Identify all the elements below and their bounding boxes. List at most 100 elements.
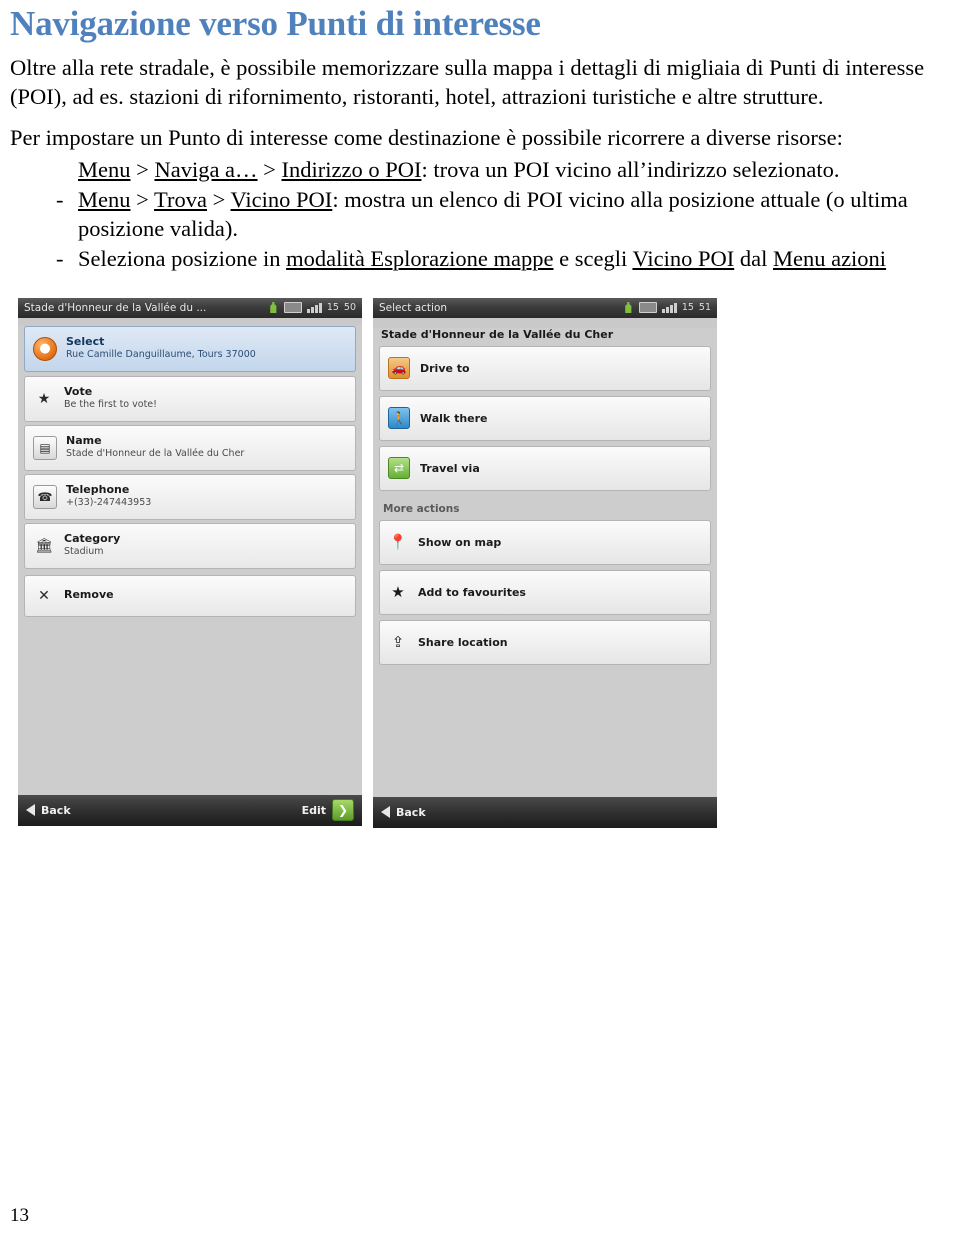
signal-icon [306,302,322,313]
back-button[interactable]: Back [381,806,426,819]
ui-path-token: Vicino POI [230,186,333,212]
list-item-title: Vote [64,385,93,399]
list-item-title: Name [66,434,102,448]
remove-button[interactable]: ✕ Remove [24,574,356,617]
select-header-title: Select [66,335,105,349]
ui-path-token: Menu [78,186,131,212]
back-arrow-icon [26,804,35,816]
action-travel-via[interactable]: ⇄ Travel via [379,445,711,491]
star-icon: ★ [37,390,51,407]
list-item-text: Telephone +(33)-247443953 [66,483,152,509]
right-status-minutes: 51 [698,302,711,313]
list-item-text: Vote Be the first to vote! [64,385,157,411]
back-button[interactable]: Back [26,804,71,817]
action-drive-to[interactable]: 🚗 Drive to [379,345,711,391]
poi-marker-icon: ● [33,336,57,361]
bullet-dash: - [56,246,64,272]
screenshots-figure: Stade d'Honneur de la Vallée du ... 15 5… [10,297,950,838]
action-add-to-favourites[interactable]: ★ Add to favourites [379,569,711,615]
list-item-subtitle: Stade d'Honneur de la Vallée du Cher [66,448,245,460]
usb-icon [625,302,632,313]
more-actions-label: More actions [383,502,460,515]
document-page: Navigazione verso Punti di interesse Olt… [0,0,960,1237]
lead-paragraph: Per impostare un Punto di interesse come… [10,125,843,151]
ui-path-token: Indirizzo o POI [281,156,422,182]
category-icon: 🏛 [35,537,53,554]
action-label: Drive to [420,361,470,375]
battery-icon [283,302,302,313]
car-icon: 🚗 [388,357,410,379]
right-screen: Stade d'Honneur de la Vallée du Cher 🚗 D… [373,327,717,828]
chevron-right-icon: ❯ [332,799,354,821]
edit-button[interactable]: Edit ❯ [302,799,354,821]
action-walk-there[interactable]: 🚶 Walk there [379,395,711,441]
battery-icon [638,302,657,313]
list-item[interactable]: ★ Vote Be the first to vote! [24,375,356,422]
left-titlebar-title: Stade d'Honneur de la Vallée du ... [24,301,207,314]
intro-paragraph: Oltre alla rete stradale, è possibile me… [10,54,925,109]
right-status-icons: 15 51 [623,302,711,313]
bullet-text: > [257,156,282,182]
pedestrian-icon: 🚶 [388,407,410,429]
action-show-on-map[interactable]: 📍 Show on map [379,519,711,565]
bullet-text: > [130,186,155,212]
device-screenshot-right: Select action 15 51 Stade d'Honneur de l… [373,297,717,828]
usb-icon [270,302,277,313]
bullet-text: > [206,186,231,212]
remove-text: Remove [64,588,114,602]
list-item: - Seleziona posizione in modalità Esplora… [10,244,950,273]
action-label: Share location [418,635,508,649]
bullet-text: e scegli [553,246,633,272]
ui-path-token: modalità Esplorazione mappe [286,246,554,272]
right-status-time: 15 [681,302,694,313]
left-screen: ● Select Rue Camille Danguillaume, Tours… [18,325,362,826]
back-label: Back [396,805,426,819]
list-item-text: Category Stadium [64,532,121,558]
page-title: Navigazione verso Punti di interesse [10,4,541,43]
page-number: 13 [10,1205,29,1226]
map-pin-icon: 📍 [388,533,408,551]
left-status-icons: 15 50 [268,302,356,313]
list-item-title: Category [64,532,121,546]
back-arrow-icon [381,806,390,818]
name-tag-icon: ▤ [33,435,57,460]
edit-label: Edit [301,803,326,817]
left-status-minutes: 50 [343,302,356,313]
select-header-text: Select Rue Camille Danguillaume, Tours 3… [66,335,256,361]
right-bottom-bar: Back [373,796,717,828]
action-label: Show on map [418,535,502,549]
telephone-icon: ☎ [33,484,57,509]
bullet-text: : trova un POI vicino all’indirizzo sele… [421,156,840,182]
ui-path-token: Menu [78,156,131,182]
bullet-text: dal [734,246,773,272]
select-header-subtitle: Rue Camille Danguillaume, Tours 37000 [66,349,256,361]
ui-path-token: Trova [154,186,207,212]
select-poi-header[interactable]: ● Select Rue Camille Danguillaume, Tours… [24,325,356,372]
star-icon: ★ [391,583,405,601]
list-item[interactable]: ☎ Telephone +(33)-247443953 [24,473,356,520]
resource-list: Menu > Naviga a… > Indirizzo o POI: trov… [10,155,950,274]
list-item-subtitle: Stadium [64,546,104,558]
action-share-location[interactable]: ⇪ Share location [379,619,711,665]
back-label: Back [41,803,71,817]
action-label: Travel via [420,461,480,475]
right-titlebar: Select action 15 51 [373,297,717,318]
action-label: Walk there [420,411,488,425]
list-item: - Menu > Trova > Vicino POI: mostra un el… [10,185,950,244]
left-titlebar: Stade d'Honneur de la Vallée du ... 15 5… [18,297,362,318]
left-bottom-bar: Back Edit ❯ [18,794,362,826]
ui-path-token: Naviga a… [154,156,258,182]
device-screenshot-left: Stade d'Honneur de la Vallée du ... 15 5… [18,297,362,826]
list-item-text: Name Stade d'Honneur de la Vallée du Che… [66,434,245,460]
ui-path-token: Vicino POI [632,246,735,272]
share-location-icon: ⇪ [391,633,405,651]
signal-icon [661,302,677,313]
bullet-dash: - [56,186,64,212]
list-item[interactable]: 🏛 Category Stadium [24,522,356,569]
travel-via-icon: ⇄ [388,457,410,479]
list-item-subtitle: Be the first to vote! [64,399,157,411]
list-item[interactable]: ▤ Name Stade d'Honneur de la Vallée du C… [24,424,356,471]
list-item-subtitle: +(33)-247443953 [66,497,152,509]
action-label: Add to favourites [418,585,526,599]
right-titlebar-title: Select action [379,301,448,314]
